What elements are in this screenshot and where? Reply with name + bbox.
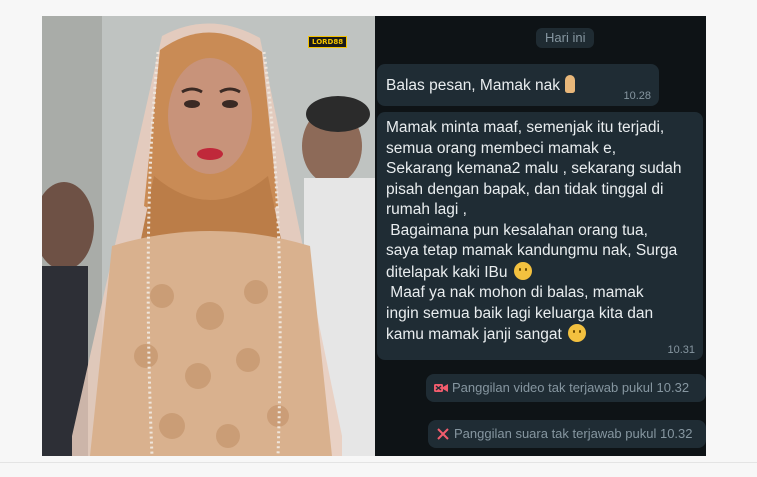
frowning-face-icon (513, 261, 532, 280)
message-time: 10.31 (667, 344, 695, 356)
message-text: Balas pesan, Mamak nak (386, 75, 577, 97)
message-time: 10.28 (623, 90, 651, 102)
pleading-face-icon (568, 324, 587, 342)
missed-video-call-icon (434, 384, 448, 392)
watermark-logo: LORD88 (308, 36, 348, 48)
divider (0, 462, 757, 463)
missed-video-call-notice[interactable]: Panggilan video tak terjawab pukul 10.32 (426, 374, 706, 402)
woman-photo: LORD88 (42, 16, 375, 456)
chat-screenshot: Hari ini Balas pesan, Mamak nak 10.28 Ma… (375, 16, 706, 456)
message-bubble[interactable]: Mamak minta maaf, semenjak itu terjadi, … (377, 112, 703, 360)
missed-voice-call-notice[interactable]: Panggilan suara tak terjawab pukul 10.32 (428, 420, 706, 448)
call-label: Panggilan suara tak terjawab pukul 10.32 (454, 426, 693, 441)
message-text: Mamak minta maaf, semenjak itu terjadi, … (386, 119, 682, 343)
date-chip: Hari ini (536, 28, 595, 48)
message-bubble[interactable]: Balas pesan, Mamak nak 10.28 (377, 64, 659, 106)
call-label: Panggilan video tak terjawab pukul 10.32 (452, 380, 690, 395)
photo-illustration (42, 16, 375, 456)
missed-voice-call-icon (437, 428, 449, 440)
folded-hands-icon (563, 75, 577, 93)
